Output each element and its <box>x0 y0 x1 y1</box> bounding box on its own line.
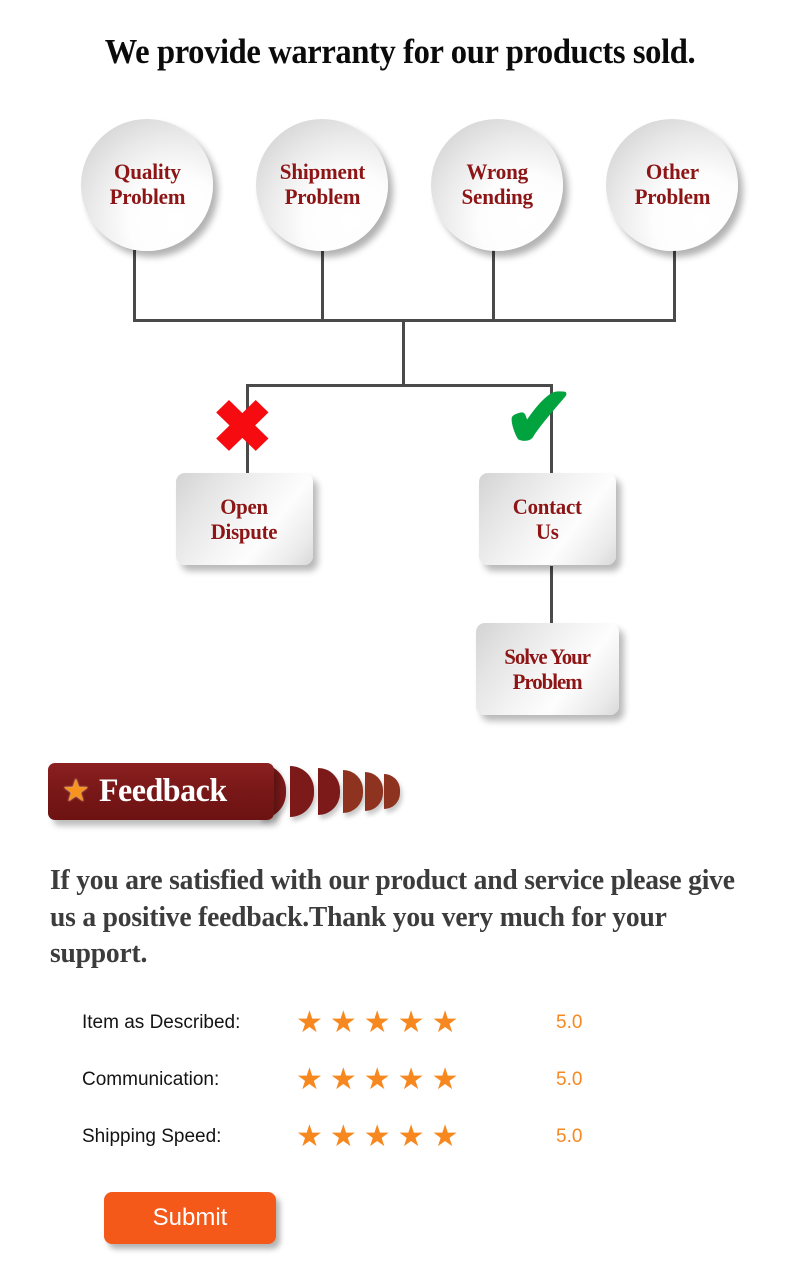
rating-score: 5.0 <box>556 1068 583 1090</box>
rating-stars-icon[interactable]: ★★★★★ <box>296 1064 465 1095</box>
node-wrong-sending-label: Wrong Sending <box>461 159 533 209</box>
ratings-list: Item as Described: ★★★★★ 5.0 Communicati… <box>0 994 800 1165</box>
node-contact-us[interactable]: Contact Us <box>479 473 616 565</box>
node-wrong-sending[interactable]: Wrong Sending <box>431 119 563 251</box>
connector-vertical-wrong-sending <box>492 250 495 322</box>
feedback-message: If you are satisfied with our product an… <box>50 864 735 970</box>
rating-stars-icon[interactable]: ★★★★★ <box>296 1007 465 1038</box>
submit-button[interactable]: Submit <box>104 1192 276 1244</box>
connector-vertical-center <box>402 319 405 387</box>
node-shipment-problem[interactable]: Shipment Problem <box>256 119 388 251</box>
node-solve-your-problem[interactable]: Solve Your Problem <box>476 623 619 715</box>
node-open-dispute-label: Open Dispute <box>211 493 278 544</box>
feedback-banner-bar: ★ Feedback <box>48 763 274 820</box>
node-quality-problem-label: Quality Problem <box>109 159 185 209</box>
page-root: We provide warranty for our products sol… <box>0 0 800 1270</box>
connector-vertical-other <box>673 250 676 322</box>
rating-stars-icon[interactable]: ★★★★★ <box>296 1121 465 1152</box>
banner-arc-6 <box>384 774 400 809</box>
connector-vertical-shipment <box>321 250 324 322</box>
node-open-dispute[interactable]: Open Dispute <box>176 473 313 565</box>
connector-vertical-quality <box>133 250 136 322</box>
node-other-problem[interactable]: Other Problem <box>606 119 738 251</box>
feedback-banner-label: Feedback <box>98 773 227 809</box>
node-other-problem-label: Other Problem <box>634 159 710 209</box>
node-quality-problem[interactable]: Quality Problem <box>81 119 213 251</box>
star-icon: ★ <box>62 773 90 809</box>
banner-arc-4 <box>343 770 363 813</box>
check-mark-icon: ✔ <box>503 370 576 466</box>
banner-arc-2 <box>290 766 314 817</box>
rating-row-shipping-speed: Shipping Speed: ★★★★★ 5.0 <box>0 1108 800 1165</box>
rating-label: Shipping Speed: <box>82 1125 222 1147</box>
rating-score: 5.0 <box>556 1125 583 1147</box>
node-shipment-problem-label: Shipment Problem <box>279 159 365 209</box>
node-solve-your-problem-label: Solve Your Problem <box>504 643 592 694</box>
rating-score: 5.0 <box>556 1011 583 1033</box>
rating-label: Item as Described: <box>82 1011 241 1033</box>
banner-arc-5 <box>365 772 383 811</box>
rating-label: Communication: <box>82 1068 220 1090</box>
banner-arc-3 <box>318 768 340 815</box>
connector-vertical-solve <box>550 566 553 624</box>
node-contact-us-label: Contact Us <box>513 493 582 544</box>
rating-row-communication: Communication: ★★★★★ 5.0 <box>0 1051 800 1108</box>
rating-row-item-as-described: Item as Described: ★★★★★ 5.0 <box>0 994 800 1051</box>
warranty-flow-diagram: Quality Problem Shipment Problem Wrong S… <box>0 0 800 740</box>
cross-mark-icon: ✖ <box>211 387 274 467</box>
